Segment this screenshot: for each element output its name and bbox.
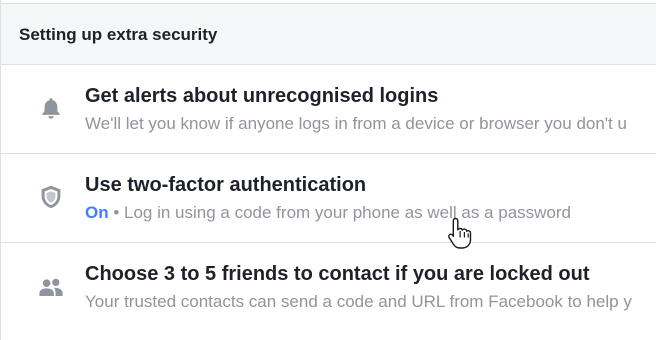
separator-dot: • [108, 203, 125, 222]
section-header: Setting up extra security [1, 3, 656, 65]
setting-heading: Use two-factor authentication [85, 174, 367, 196]
security-panel: Setting up extra security Get alerts abo… [0, 0, 656, 340]
setting-row-login-alerts[interactable]: Get alerts about unrecognised logins We'… [1, 65, 656, 154]
friends-icon [38, 275, 64, 301]
setting-description: Log in using a code from your phone as w… [124, 203, 571, 222]
setting-description: We'll let you know if anyone logs in fro… [85, 114, 627, 133]
shield-icon [38, 184, 64, 210]
setting-heading: Choose 3 to 5 friends to contact if you … [85, 263, 590, 285]
bell-icon [38, 95, 64, 121]
setting-description-line: On • Log in using a code from your phone… [85, 203, 571, 223]
setting-description: Your trusted contacts can send a code an… [85, 292, 632, 311]
setting-row-two-factor[interactable]: Use two-factor authentication On • Log i… [1, 154, 656, 243]
setting-heading: Get alerts about unrecognised logins [85, 85, 439, 107]
status-on-badge: On [85, 203, 109, 222]
section-title: Setting up extra security [19, 25, 218, 44]
setting-row-trusted-contacts[interactable]: Choose 3 to 5 friends to contact if you … [1, 243, 656, 332]
